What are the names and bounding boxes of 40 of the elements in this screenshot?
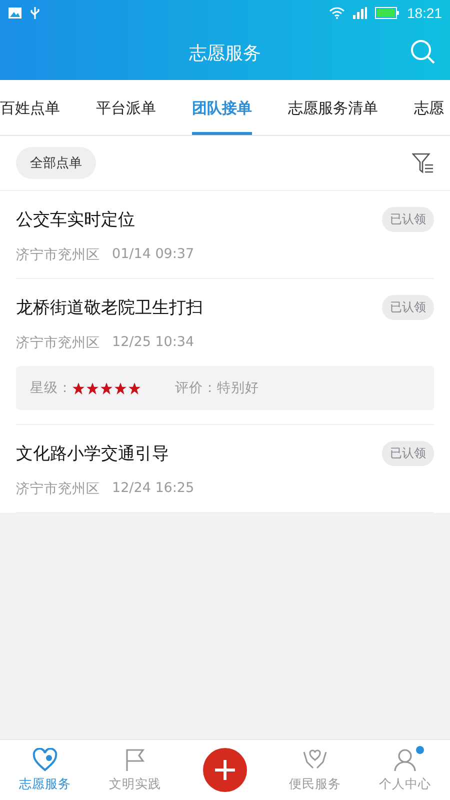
- star-icon: [86, 382, 99, 394]
- order-time: 01/14 09:37: [112, 246, 194, 264]
- order-title: 文化路小学交通引导: [16, 443, 169, 465]
- tab[interactable]: 平台派单: [96, 80, 156, 135]
- plus-icon: [213, 758, 237, 782]
- usb-icon: [30, 6, 40, 20]
- tab[interactable]: 志愿: [414, 80, 444, 135]
- rating-label: 星级：: [30, 379, 72, 397]
- tab[interactable]: 志愿服务清单: [288, 80, 378, 135]
- order-location: 济宁市兖州区: [16, 334, 100, 352]
- order-title: 龙桥街道敬老院卫生打扫: [16, 297, 203, 319]
- order-time: 12/24 16:25: [112, 480, 194, 498]
- filter-icon: [412, 152, 434, 174]
- filter-button[interactable]: [412, 152, 434, 174]
- status-badge: 已认领: [382, 295, 434, 320]
- wifi-icon: [328, 7, 345, 19]
- star-icon: [100, 382, 113, 394]
- status-badge: 已认领: [382, 441, 434, 466]
- star-icon: [114, 382, 127, 394]
- star-icon: [128, 382, 141, 394]
- status-badge: 已认领: [382, 207, 434, 232]
- review-text: 评价：特别好: [175, 379, 259, 397]
- hands-heart-icon: [302, 748, 328, 772]
- order-location: 济宁市兖州区: [16, 246, 100, 264]
- order-location: 济宁市兖州区: [16, 480, 100, 498]
- star-icon: [72, 382, 85, 394]
- tab[interactable]: 百姓点单: [0, 80, 60, 135]
- filter-chip[interactable]: 全部点单: [16, 147, 96, 179]
- signal-icon: [352, 7, 367, 19]
- image-icon: [8, 7, 22, 19]
- clock-time: 18:21: [406, 5, 442, 21]
- flag-icon: [124, 748, 146, 772]
- search-icon: [410, 39, 436, 65]
- heart-icon: [32, 748, 58, 772]
- person-icon: [393, 748, 417, 772]
- order-title: 公交车实时定位: [16, 209, 135, 231]
- add-button[interactable]: [203, 748, 247, 792]
- order-time: 12/25 10:34: [112, 334, 194, 352]
- battery-icon: [374, 7, 399, 19]
- page-title: 志愿服务: [189, 42, 261, 65]
